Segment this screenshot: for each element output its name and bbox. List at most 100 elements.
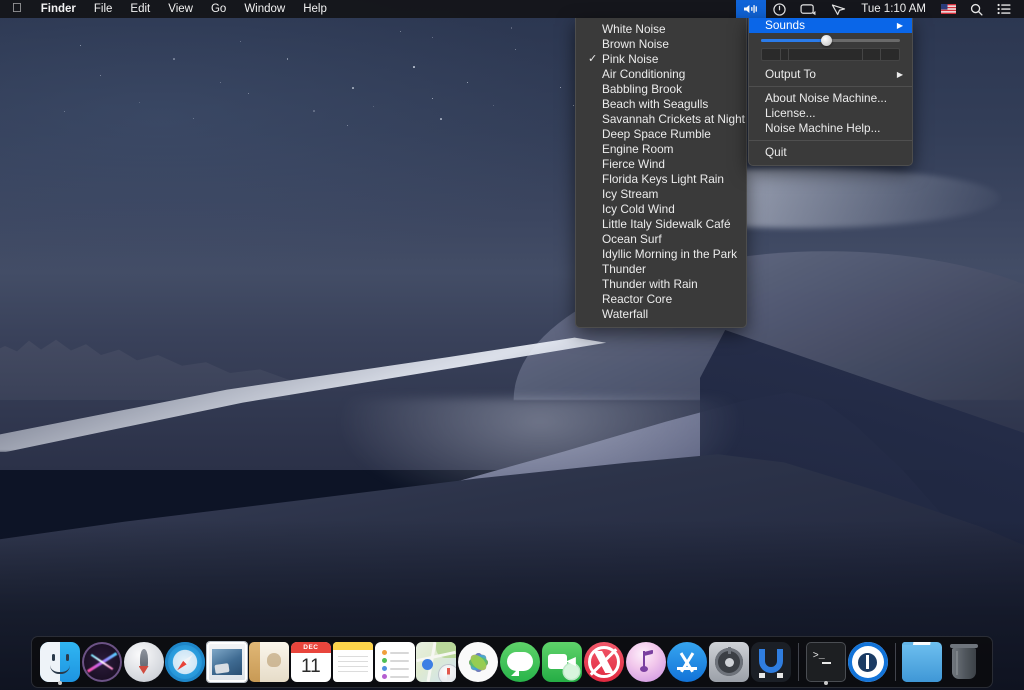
calendar-day: 11 (291, 652, 331, 682)
sound-menu-item-label: Engine Room (602, 142, 673, 156)
menu-window[interactable]: Window (235, 0, 294, 18)
sound-menu-item[interactable]: Brown Noise (576, 37, 746, 52)
dock-item-itunes[interactable] (625, 638, 667, 686)
sound-menu-item[interactable]: Fierce Wind (576, 157, 746, 172)
1password-icon (848, 642, 888, 682)
dock-item-terminal[interactable]: >_ (805, 638, 847, 686)
sound-menu-item[interactable]: Thunder with Rain (576, 277, 746, 292)
menu-file[interactable]: File (85, 0, 122, 18)
dock-item-trash[interactable] (943, 638, 985, 686)
sound-menu-item[interactable]: ✓Pink Noise (576, 52, 746, 67)
equalizer-segments-row (749, 47, 912, 67)
sound-menu-item-label: White Noise (602, 22, 666, 36)
menu-item-about[interactable]: About Noise Machine... (749, 91, 912, 106)
launchpad-icon (124, 642, 164, 682)
finder-icon (40, 642, 80, 682)
sound-menu-item-label: Air Conditioning (602, 67, 685, 81)
dock-item-contacts[interactable] (248, 638, 290, 686)
terminal-icon: >_ (806, 642, 846, 682)
dock-item-news[interactable] (583, 638, 625, 686)
apple-menu-icon[interactable]:  (0, 0, 32, 18)
control-center-icon[interactable] (990, 0, 1018, 18)
volume-slider-fill (761, 39, 826, 42)
sound-menu-item[interactable]: Air Conditioning (576, 67, 746, 82)
dock-item-magnet[interactable] (750, 638, 792, 686)
menu-item-license[interactable]: License... (749, 106, 912, 121)
app-store-icon (667, 642, 707, 682)
sound-menu-item[interactable]: Reactor Core (576, 292, 746, 307)
equalizer-segmented-control[interactable] (761, 48, 900, 61)
sound-menu-item-label: Icy Stream (602, 187, 658, 201)
sound-menu-item-label: Florida Keys Light Rain (602, 172, 724, 186)
dock-item-system-preferences[interactable] (708, 638, 750, 686)
dock-item-mail[interactable] (206, 638, 248, 686)
menu-finder[interactable]: Finder (32, 0, 85, 18)
dock-item-launchpad[interactable] (123, 638, 165, 686)
dock-item-messages[interactable] (499, 638, 541, 686)
sound-menu-item[interactable]: Savannah Crickets at Night (576, 112, 746, 127)
sound-menu-item[interactable]: Babbling Brook (576, 82, 746, 97)
calendar-icon: DEC 11 (291, 642, 331, 682)
menu-item-help[interactable]: Noise Machine Help... (749, 121, 912, 136)
dock-item-notes[interactable] (332, 638, 374, 686)
running-indicator (58, 681, 62, 685)
volume-slider-knob[interactable] (821, 35, 832, 46)
menu-view[interactable]: View (159, 0, 202, 18)
sound-menu-item-label: Pink Noise (602, 52, 658, 66)
sound-menu-item[interactable]: Waterfall (576, 307, 746, 322)
pointer-icon[interactable] (824, 0, 853, 18)
menu-go[interactable]: Go (202, 0, 235, 18)
equalizer-segment[interactable] (863, 49, 881, 60)
sound-menu-item[interactable]: Deep Space Rumble (576, 127, 746, 142)
dock-item-safari[interactable] (164, 638, 206, 686)
menu-item-sounds[interactable]: Sounds ▶ (749, 18, 912, 33)
equalizer-segment[interactable] (762, 49, 781, 60)
equalizer-segment[interactable] (881, 49, 899, 60)
spotlight-search-icon[interactable] (963, 0, 990, 18)
sound-menu-item[interactable]: Florida Keys Light Rain (576, 172, 746, 187)
noise-machine-speaker-icon[interactable] (736, 0, 766, 18)
dock-item-calendar[interactable]: DEC 11 (290, 638, 332, 686)
menu-help[interactable]: Help (294, 0, 336, 18)
dock-item-maps[interactable] (415, 638, 457, 686)
menu-item-output-to[interactable]: Output To ▶ (749, 67, 912, 82)
sound-menu-item-label: Beach with Seagulls (602, 97, 708, 111)
menu-edit[interactable]: Edit (121, 0, 159, 18)
dock-item-reminders[interactable] (374, 638, 416, 686)
sound-menu-item[interactable]: Thunder (576, 262, 746, 277)
sound-menu-item[interactable]: White Noise (576, 22, 746, 37)
sound-menu-item[interactable]: Icy Cold Wind (576, 202, 746, 217)
sound-menu-item[interactable]: Ocean Surf (576, 232, 746, 247)
sound-menu-item[interactable]: Idyllic Morning in the Park (576, 247, 746, 262)
trash-icon (944, 642, 984, 682)
sound-menu-item-label: Reactor Core (602, 292, 672, 306)
us-flag-input-icon[interactable] (934, 0, 963, 18)
dock-item-siri[interactable] (81, 638, 123, 686)
menu-separator (749, 140, 912, 141)
maps-icon (416, 642, 456, 682)
screen-sharing-icon[interactable] (793, 0, 824, 18)
sound-menu-item[interactable]: Little Italy Sidewalk Café (576, 217, 746, 232)
magnet-icon (751, 642, 791, 682)
dock-item-app-store[interactable] (666, 638, 708, 686)
dock-item-finder[interactable] (39, 638, 81, 686)
dock-item-downloads-folder[interactable] (901, 638, 943, 686)
volume-slider[interactable] (761, 39, 900, 42)
safari-icon (165, 642, 205, 682)
dock-item-photos[interactable] (457, 638, 499, 686)
sound-menu-item-label: Icy Cold Wind (602, 202, 675, 216)
sound-menu-item[interactable]: Engine Room (576, 142, 746, 157)
equalizer-segment[interactable] (789, 49, 863, 60)
menu-bar:  Finder File Edit View Go Window Help (0, 0, 1024, 18)
power-icon[interactable] (766, 0, 793, 18)
sound-menu-item[interactable]: Icy Stream (576, 187, 746, 202)
dock-item-facetime[interactable] (541, 638, 583, 686)
sound-menu-item-label: Waterfall (602, 307, 648, 321)
news-icon (584, 642, 624, 682)
dock-item-1password[interactable] (847, 638, 889, 686)
menu-item-quit[interactable]: Quit (749, 145, 912, 160)
menu-bar-clock[interactable]: Tue 1:10 AM (853, 0, 934, 18)
sound-menu-item[interactable]: Beach with Seagulls (576, 97, 746, 112)
equalizer-segment[interactable] (781, 49, 789, 60)
dock: DEC 11 (31, 636, 993, 688)
